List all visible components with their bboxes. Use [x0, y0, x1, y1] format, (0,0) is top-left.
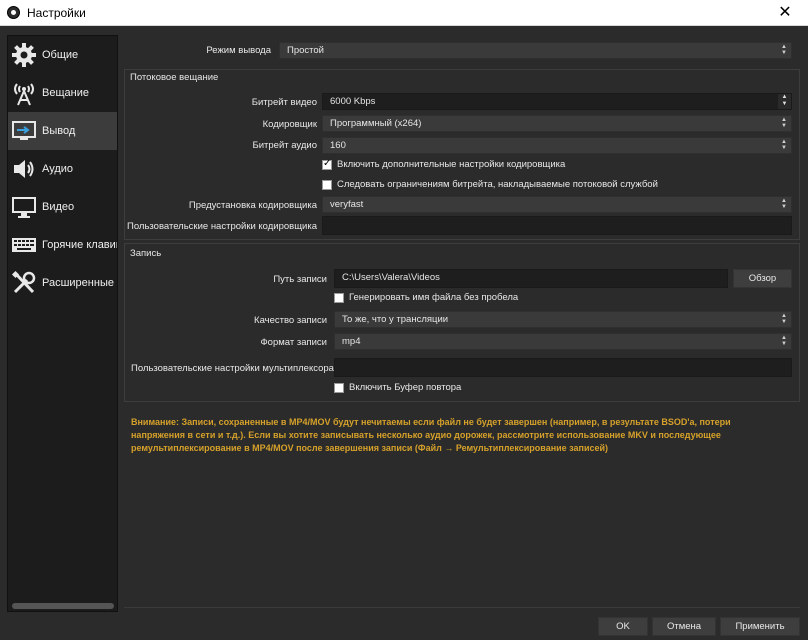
recording-group-title: Запись	[130, 248, 162, 259]
sidebar-item-label: Видео	[42, 201, 75, 213]
window-title: Настройки	[27, 6, 86, 20]
audio-bitrate-value: 160	[330, 140, 346, 151]
encoder-value: Программный (x264)	[330, 118, 422, 129]
checkbox-label: Включить дополнительные настройки кодиро…	[337, 159, 566, 170]
close-button[interactable]: ✕	[762, 0, 808, 25]
checkbox-checked[interactable]	[322, 158, 332, 170]
sidebar-item-label: Общие	[42, 49, 79, 61]
sidebar-item-label: Расширенные	[42, 277, 114, 289]
title-bar: Настройки ✕	[0, 0, 808, 26]
checkbox-unchecked[interactable]	[334, 383, 344, 393]
custom-muxer-settings-label: Пользовательские настройки мультиплексор…	[131, 363, 334, 374]
apply-button[interactable]: Применить	[720, 617, 800, 636]
checkbox-label: Следовать ограничениям битрейта, наклады…	[337, 179, 658, 190]
chevron-up-down-icon: ▲ ▼	[781, 139, 787, 151]
output-mode-select[interactable]: Простой ▲ ▼	[279, 42, 792, 59]
video-bitrate-input[interactable]: 6000 Kbps ▲ ▼	[322, 93, 792, 110]
sidebar-item-label: Аудио	[42, 163, 74, 175]
encoder-preset-label: Предустановка кодировщика	[188, 200, 317, 211]
recording-format-label: Формат записи	[260, 337, 327, 348]
recording-quality-select[interactable]: То же, что у трансляции ▲ ▼	[334, 311, 792, 328]
checkbox-unchecked[interactable]	[334, 293, 344, 303]
audio-bitrate-select[interactable]: 160 ▲ ▼	[322, 137, 792, 154]
encoder-preset-value: veryfast	[330, 199, 364, 210]
settings-sidebar: Общие Вещание Вывод Аудио Видео Горячие …	[7, 35, 118, 612]
tools-icon	[11, 270, 36, 294]
broadcast-antenna-icon	[14, 83, 34, 106]
recording-path-label: Путь записи	[273, 274, 327, 285]
sidebar-item-stream[interactable]: Вещание	[8, 74, 117, 112]
sidebar-item-audio[interactable]: Аудио	[8, 150, 117, 188]
sidebar-item-label: Горячие клавиши	[42, 239, 117, 251]
sidebar-item-advanced[interactable]: Расширенные	[8, 264, 117, 302]
video-bitrate-label: Битрейт видео	[251, 97, 317, 108]
recording-format-select[interactable]: mp4 ▲ ▼	[334, 333, 792, 350]
video-bitrate-value: 6000 Kbps	[330, 96, 376, 107]
custom-encoder-settings-label: Пользовательские настройки кодировщика	[127, 221, 317, 232]
speaker-icon	[14, 160, 34, 178]
output-monitor-icon	[12, 121, 36, 140]
mp4-warning-text: Внимание: Записи, сохраненные в MP4/MOV …	[131, 417, 731, 453]
recording-path-value: C:\Users\Valera\Videos	[342, 272, 440, 283]
custom-muxer-settings-input[interactable]	[334, 358, 792, 377]
settings-window: Общие Вещание Вывод Аудио Видео Горячие …	[0, 26, 808, 640]
streaming-group-title: Потоковое вещание	[130, 72, 219, 83]
obs-app-icon	[7, 6, 20, 19]
encoder-select[interactable]: Программный (x264) ▲ ▼	[322, 115, 792, 132]
sidebar-item-video[interactable]: Видео	[8, 188, 117, 226]
chevron-up-down-icon: ▲ ▼	[781, 44, 787, 56]
recording-path-input[interactable]: C:\Users\Valera\Videos	[334, 269, 728, 288]
video-bitrate-spinner[interactable]: ▲ ▼	[778, 94, 791, 109]
gear-icon	[12, 43, 36, 67]
bottom-separator	[124, 607, 800, 608]
encoder-preset-select[interactable]: veryfast ▲ ▼	[322, 196, 792, 213]
ok-button[interactable]: OK	[598, 617, 648, 636]
recording-format-value: mp4	[342, 336, 361, 347]
sidebar-item-label: Вещание	[42, 87, 89, 99]
audio-bitrate-label: Битрейт аудио	[252, 140, 317, 151]
sidebar-item-label: Вывод	[42, 125, 76, 137]
recording-quality-value: То же, что у трансляции	[342, 314, 449, 325]
sidebar-item-output[interactable]: Вывод	[8, 112, 117, 150]
checkbox-label: Генерировать имя файла без пробела	[349, 292, 519, 303]
sidebar-horizontal-scrollbar[interactable]	[12, 603, 114, 609]
checkbox-unchecked[interactable]	[322, 180, 332, 190]
chevron-up-down-icon: ▲ ▼	[781, 335, 787, 347]
keyboard-icon	[12, 238, 36, 252]
chevron-up-down-icon: ▲ ▼	[781, 117, 787, 129]
output-mode-label: Режим вывода	[206, 45, 271, 56]
chevron-up-down-icon: ▲ ▼	[781, 313, 787, 325]
recording-quality-label: Качество записи	[254, 315, 327, 326]
browse-button[interactable]: Обзор	[733, 269, 792, 288]
custom-encoder-settings-input[interactable]	[322, 216, 792, 235]
monitor-icon	[12, 197, 36, 218]
checkbox-label: Включить Буфер повтора	[349, 382, 462, 393]
sidebar-item-hotkeys[interactable]: Горячие клавиши	[8, 226, 117, 264]
cancel-button[interactable]: Отмена	[652, 617, 716, 636]
chevron-up-down-icon: ▲ ▼	[781, 198, 787, 210]
sidebar-item-general[interactable]: Общие	[8, 36, 117, 74]
output-mode-value: Простой	[287, 45, 324, 56]
encoder-label: Кодировщик	[262, 119, 317, 130]
